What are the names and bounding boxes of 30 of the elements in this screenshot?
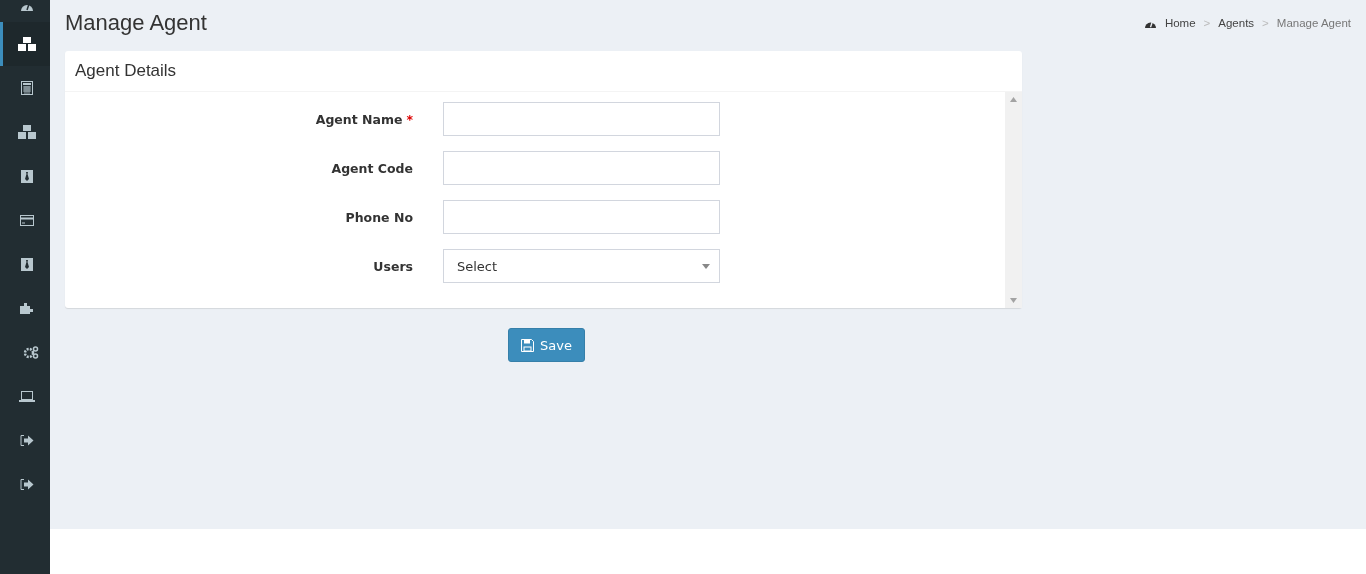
panel-title: Agent Details [75, 61, 177, 81]
field-label: Phone No [345, 209, 413, 225]
sign-out-icon [19, 478, 34, 490]
select-dropdown[interactable]: Select [443, 249, 720, 283]
cubes-icon [17, 125, 36, 139]
page-title: Manage Agent [65, 10, 207, 36]
tie-icon [20, 257, 33, 271]
input-field[interactable] [443, 102, 720, 136]
breadcrumb-link[interactable]: Agents [1218, 17, 1255, 29]
puzzle-icon [19, 302, 34, 314]
credit-card-icon [19, 214, 34, 226]
sidebar-item[interactable] [0, 22, 50, 66]
breadcrumb-current: Manage Agent [1276, 17, 1351, 29]
input-field[interactable] [443, 151, 720, 185]
field-label: Agent Code [331, 160, 413, 176]
save-button[interactable]: Save [508, 328, 585, 362]
input-field[interactable] [443, 200, 720, 234]
field-label: Agent Name [315, 111, 403, 127]
breadcrumb-separator: > [1203, 17, 1211, 29]
cubes-icon [17, 37, 36, 51]
required-mark: * [406, 111, 413, 127]
laptop-icon [18, 390, 35, 402]
sign-out-icon [19, 434, 34, 446]
breadcrumb-link[interactable]: Home [1164, 17, 1196, 29]
breadcrumb-separator: > [1262, 17, 1269, 29]
tie-icon [20, 169, 33, 183]
calculator-icon [20, 81, 33, 95]
caret-icon [702, 263, 710, 269]
field-label: Users [373, 258, 413, 274]
gears-icon [22, 345, 39, 359]
